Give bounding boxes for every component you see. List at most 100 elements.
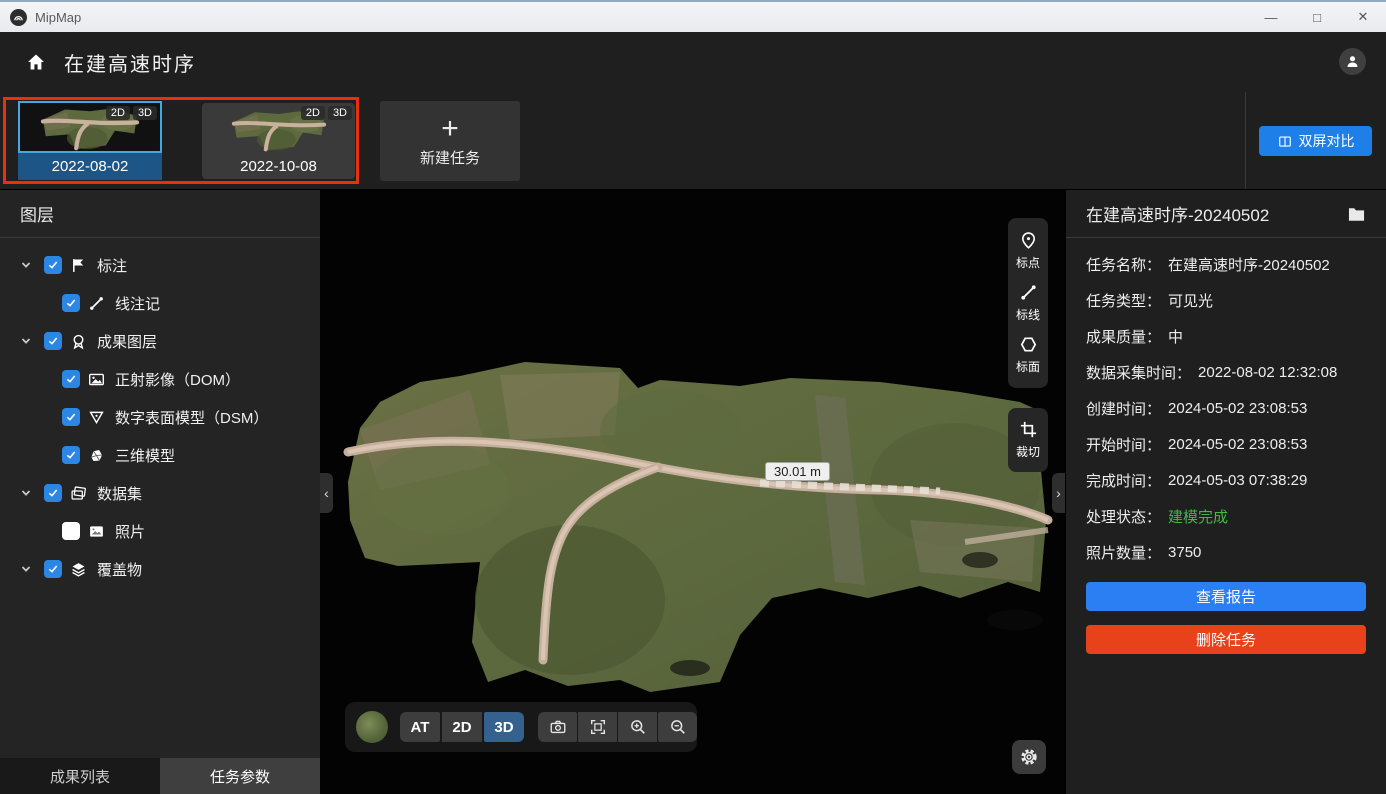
layer-row-3d-model[interactable]: 三维模型: [0, 436, 320, 474]
task-card-2022-10-08[interactable]: 2D 3D 2022-10-08: [202, 103, 355, 179]
mode-2d-button[interactable]: 2D: [442, 712, 482, 742]
app-header: 在建高速时序: [0, 32, 1386, 92]
screenshot-button[interactable]: [538, 712, 577, 742]
divider: [1245, 92, 1246, 189]
view-report-button[interactable]: 查看报告: [1086, 582, 1366, 611]
layer-checkbox[interactable]: [44, 256, 62, 274]
overview-map-thumbnail[interactable]: [356, 711, 388, 743]
titlebar: MipMap — □ ✕: [0, 0, 1386, 32]
layer-row-dataset[interactable]: 数据集: [0, 474, 320, 512]
field-finish-time: 完成时间： 2024-05-03 07:38:29: [1086, 462, 1366, 498]
layer-row-line-annotation[interactable]: 线注记: [0, 284, 320, 322]
task-card-2022-08-02[interactable]: 2D 3D 2022-08-02: [18, 101, 162, 180]
chevron-down-icon[interactable]: [20, 259, 36, 271]
layer-row-dsm[interactable]: 数字表面模型（DSM）: [0, 398, 320, 436]
mark-line-button[interactable]: 标线: [1008, 277, 1048, 329]
map-viewer[interactable]: 30.01 m ‹ › 标点 标线 标面: [320, 190, 1065, 794]
mipmap-window: MipMap — □ ✕ 在建高速时序 2D 3D 2022-08-02: [0, 0, 1386, 794]
collapse-right-panel-button[interactable]: ›: [1052, 473, 1065, 513]
chevron-down-icon[interactable]: [20, 563, 36, 575]
zoom-out-icon: [669, 718, 687, 736]
flag-icon: [70, 257, 88, 274]
folder-icon: [1347, 205, 1366, 222]
layer-checkbox[interactable]: [44, 560, 62, 578]
details-header: 在建高速时序-20240502: [1066, 190, 1386, 238]
layer-label: 三维模型: [115, 445, 175, 466]
home-button[interactable]: [26, 52, 46, 72]
status-badge: 建模完成: [1168, 506, 1228, 527]
tab-task-params[interactable]: 任务参数: [160, 758, 320, 794]
maximize-button[interactable]: □: [1294, 2, 1340, 32]
new-task-label: 新建任务: [420, 147, 480, 168]
chevron-down-icon[interactable]: [20, 335, 36, 347]
collapse-left-panel-button[interactable]: ‹: [320, 473, 333, 513]
photos-icon: [70, 485, 88, 502]
layer-label: 数据集: [97, 483, 142, 504]
layer-checkbox[interactable]: [44, 484, 62, 502]
layer-row-dom[interactable]: 正射影像（DOM）: [0, 360, 320, 398]
field-task-name: 任务名称： 在建高速时序-20240502: [1086, 246, 1366, 282]
mode-at-button[interactable]: AT: [400, 712, 440, 742]
layer-checkbox[interactable]: [62, 446, 80, 464]
layer-checkbox[interactable]: [44, 332, 62, 350]
view-mode-switcher: AT 2D 3D: [400, 712, 524, 742]
layers-sidebar: 图层 标注 线注记: [0, 190, 320, 794]
fit-view-button[interactable]: [578, 712, 617, 742]
field-task-type: 任务类型： 可见光: [1086, 282, 1366, 318]
hexagon-icon: [1019, 335, 1038, 354]
layer-label: 标注: [97, 255, 127, 276]
open-folder-button[interactable]: [1347, 205, 1366, 222]
mode-3d-button[interactable]: 3D: [484, 712, 524, 742]
badge-2d: 2D: [301, 106, 325, 120]
layers-title: 图层: [20, 201, 54, 226]
layer-label: 覆盖物: [97, 559, 142, 580]
layer-row-result-layers[interactable]: 成果图层: [0, 322, 320, 360]
task-strip: 2D 3D 2022-08-02 2D 3D 2022-10-08 + 新建任务…: [0, 92, 1386, 190]
layer-checkbox[interactable]: [62, 408, 80, 426]
minimize-button[interactable]: —: [1248, 2, 1294, 32]
layer-label: 成果图层: [97, 331, 157, 352]
delete-task-button[interactable]: 删除任务: [1086, 625, 1366, 654]
badge-3d: 3D: [133, 106, 157, 120]
new-task-button[interactable]: + 新建任务: [380, 101, 520, 181]
mark-area-button[interactable]: 标面: [1008, 329, 1048, 381]
viewer-bottom-toolbar: AT 2D 3D: [345, 702, 697, 752]
layer-checkbox-unchecked[interactable]: [62, 522, 80, 540]
line-icon: [1019, 283, 1038, 302]
person-icon: [1345, 54, 1360, 69]
mark-point-button[interactable]: 标点: [1008, 225, 1048, 277]
field-result-quality: 成果质量： 中: [1086, 318, 1366, 354]
crop-icon: [1019, 420, 1038, 439]
layer-checkbox[interactable]: [62, 294, 80, 312]
viewer-settings-button[interactable]: [1012, 740, 1046, 774]
crop-button[interactable]: 裁切: [1008, 414, 1048, 466]
image-icon: [88, 371, 106, 388]
field-start-time: 开始时间： 2024-05-02 23:08:53: [1086, 426, 1366, 462]
dual-screen-compare-button[interactable]: 双屏对比: [1259, 126, 1372, 156]
triangle-icon: [88, 409, 106, 426]
layer-row-overlays[interactable]: 覆盖物: [0, 550, 320, 588]
camera-icon: [549, 718, 567, 736]
result-badges: 2D 3D: [106, 106, 157, 120]
badge-2d: 2D: [106, 106, 130, 120]
tool-label: 标线: [1016, 306, 1040, 323]
zoom-out-button[interactable]: [658, 712, 697, 742]
user-avatar[interactable]: [1339, 48, 1366, 75]
chevron-down-icon[interactable]: [20, 487, 36, 499]
tool-label: 标面: [1016, 358, 1040, 375]
close-button[interactable]: ✕: [1340, 2, 1386, 32]
layer-checkbox[interactable]: [62, 370, 80, 388]
layer-row-annotations[interactable]: 标注: [0, 246, 320, 284]
annotation-toolbar: 标点 标线 标面: [1008, 218, 1048, 388]
layer-row-photos[interactable]: 照片: [0, 512, 320, 550]
field-create-time: 创建时间： 2024-05-02 23:08:53: [1086, 390, 1366, 426]
layer-tree: 标注 线注记 成果图层: [0, 238, 320, 588]
photo-icon: [88, 523, 106, 540]
pin-icon: [1019, 231, 1038, 250]
tool-label: 标点: [1016, 254, 1040, 271]
task-date-label: 2022-10-08: [202, 158, 355, 175]
tab-result-list[interactable]: 成果列表: [0, 758, 160, 794]
viewer-action-buttons: [538, 712, 697, 742]
model-icon: [88, 447, 106, 464]
zoom-in-button[interactable]: [618, 712, 657, 742]
